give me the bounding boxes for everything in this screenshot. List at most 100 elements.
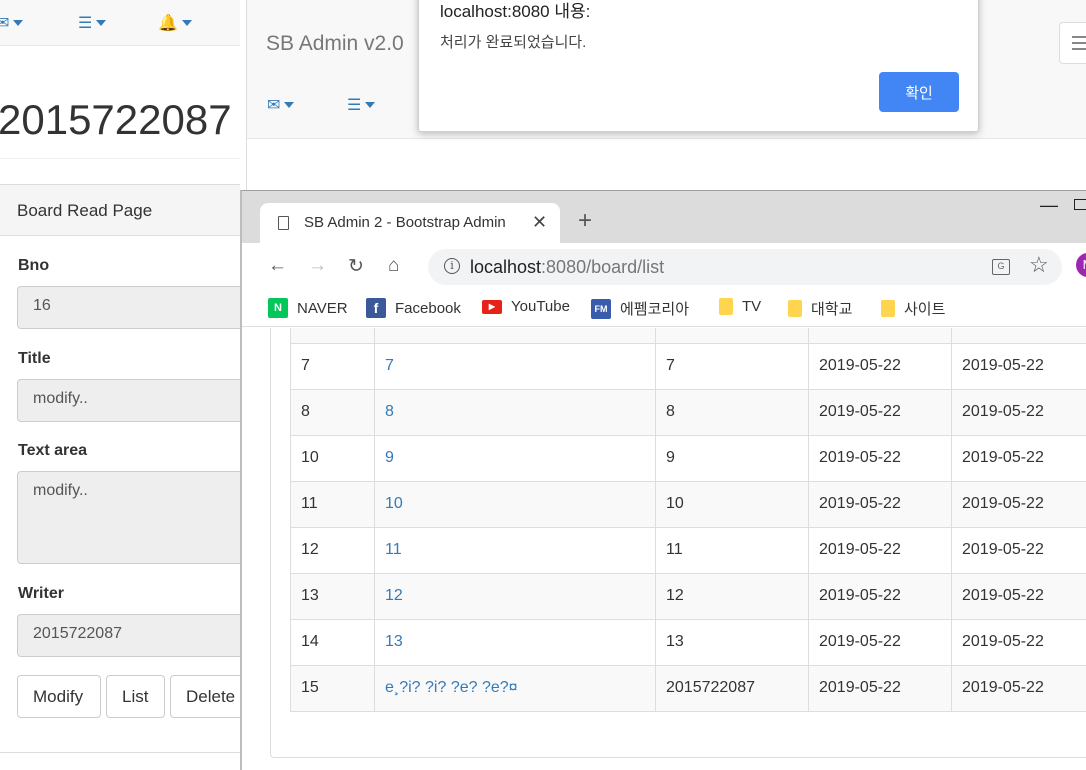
chevron-down-icon [96, 20, 107, 26]
bookmark-naver[interactable]: N NAVER [268, 298, 348, 318]
updatedate-cell: 2019-05-22 [951, 480, 1086, 528]
navbar-brand[interactable]: SB Admin v2.0 [266, 32, 404, 56]
chevron-down-icon [13, 20, 24, 26]
chevron-down-icon [181, 20, 192, 26]
updatedate-cell: 2019-05-22 [951, 342, 1086, 390]
title-cell: e¸?i? ?i? ?e? ?e?¤ [374, 664, 656, 712]
title-link[interactable]: 12 [385, 587, 403, 604]
modify-button[interactable]: Modify [17, 675, 101, 718]
title-link[interactable]: 9 [385, 449, 394, 466]
writer-cell: 12 [655, 572, 809, 620]
title-link[interactable]: 7 [385, 357, 394, 374]
minimize-button[interactable]: — [1040, 195, 1058, 216]
regdate-cell: 2019-05-22 [808, 664, 952, 712]
page-icon [278, 216, 289, 230]
title-label: Title [18, 350, 51, 367]
title-cell: 8 [374, 388, 656, 436]
title-link[interactable]: 13 [385, 633, 403, 650]
reload-icon[interactable]: ↻ [348, 255, 364, 278]
table-row: 7 7 7 2019-05-22 2019-05-22 [290, 342, 1086, 390]
bno-cell: 11 [290, 480, 375, 528]
top-navbar: ✉ ☰ 🔔 [0, 0, 240, 46]
bookmark-fmkorea[interactable]: FM 에펨코리아 [591, 298, 689, 319]
writer-label: Writer [18, 585, 64, 602]
bookmark-label: Facebook [395, 299, 461, 317]
title-cell: 7 [374, 342, 656, 390]
browser-tab[interactable]: SB Admin 2 - Bootstrap Admin ✕ [260, 203, 560, 244]
new-tab-button[interactable]: + [578, 207, 592, 235]
tasks-dropdown[interactable]: ☰ [78, 8, 107, 38]
chevron-down-icon [365, 102, 376, 108]
home-icon[interactable]: ⌂ [388, 255, 399, 277]
list-button[interactable]: List [106, 675, 165, 718]
messages-dropdown[interactable]: ✉ [267, 90, 295, 120]
regdate-cell: 2019-05-22 [808, 480, 952, 528]
title-link[interactable]: e¸?i? ?i? ?e? ?e?¤ [385, 679, 518, 696]
title-link[interactable]: 10 [385, 495, 403, 512]
bookmark-label: YouTube [511, 298, 570, 315]
envelope-icon: ✉ [0, 15, 10, 32]
table-row: 12 11 11 2019-05-22 2019-05-22 [290, 526, 1086, 574]
writer-field[interactable]: 2015722087 [17, 614, 240, 657]
folder-icon [788, 300, 802, 317]
content-textarea[interactable]: modify.. [17, 471, 240, 564]
navbar-toggle-button[interactable] [1059, 22, 1086, 64]
bookmark-label: TV [742, 298, 762, 315]
browser-window: SB Admin 2 - Bootstrap Admin ✕ + — ← → ↻… [240, 190, 1086, 770]
address-bar[interactable]: i localhost:8080/board/list G ☆ [428, 249, 1062, 285]
title-link[interactable]: 11 [385, 541, 402, 558]
bno-cell: 12 [290, 526, 375, 574]
title-field[interactable]: modify.. [17, 379, 240, 422]
title-cell: 12 [374, 572, 656, 620]
bno-cell: 7 [290, 342, 375, 390]
messages-dropdown[interactable]: ✉ [0, 8, 24, 38]
tasks-dropdown[interactable]: ☰ [347, 90, 376, 120]
board-read-window: ✉ ☰ 🔔 2015722087 Board Read Page Bno 16 … [0, 0, 240, 770]
maximize-button[interactable] [1074, 199, 1086, 210]
back-icon[interactable]: ← [268, 255, 287, 277]
updatedate-cell: 2019-05-22 [951, 434, 1086, 482]
youtube-icon: ▶ [482, 299, 502, 314]
bookmark-label: 에펨코리아 [620, 301, 690, 318]
table-row: 15 e¸?i? ?i? ?e? ?e?¤ 2015722087 2019-05-22… [290, 664, 1086, 712]
bookmark-folder-university[interactable]: 대학교 [788, 298, 852, 319]
title-cell: 13 [374, 618, 656, 666]
writer-cell: 13 [655, 618, 809, 666]
title-cell: 10 [374, 480, 656, 528]
page-header: 2015722087 [0, 96, 232, 143]
table-row: 10 9 9 2019-05-22 2019-05-22 [290, 434, 1086, 482]
writer-cell: 2015722087 [655, 664, 809, 712]
bno-label: Bno [18, 257, 50, 274]
board-table: 7 7 7 2019-05-22 2019-05-22 8 8 8 2019-05-22 2019… [290, 328, 1086, 712]
title-cell: 9 [374, 434, 656, 482]
divider [0, 752, 240, 753]
title-link[interactable]: 8 [385, 403, 394, 420]
bookmark-facebook[interactable]: f Facebook [366, 298, 461, 318]
table-row [290, 328, 1086, 344]
tasks-icon: ☰ [347, 97, 362, 114]
regdate-cell: 2019-05-22 [808, 388, 952, 436]
table-row: 14 13 13 2019-05-22 2019-05-22 [290, 618, 1086, 666]
info-icon[interactable]: i [444, 258, 460, 274]
close-icon[interactable]: ✕ [532, 212, 547, 233]
bell-icon: 🔔 [158, 15, 178, 32]
tab-strip: SB Admin 2 - Bootstrap Admin ✕ + — [242, 191, 1086, 244]
delete-button[interactable]: Delete [170, 675, 240, 718]
chevron-down-icon [284, 102, 295, 108]
star-icon[interactable]: ☆ [1029, 252, 1049, 278]
writer-cell: 9 [655, 434, 809, 482]
bookmark-label: 사이트 [904, 301, 946, 318]
title-cell: 11 [374, 526, 656, 574]
translate-icon[interactable]: G [992, 259, 1010, 275]
bookmark-folder-tv[interactable]: TV [719, 298, 761, 315]
alerts-dropdown[interactable]: 🔔 [158, 8, 192, 38]
alert-ok-button[interactable]: 확인 [879, 72, 959, 112]
bookmark-folder-sites[interactable]: 사이트 [881, 298, 945, 319]
regdate-cell: 2019-05-22 [808, 618, 952, 666]
avatar[interactable]: M [1076, 253, 1086, 277]
bookmark-youtube[interactable]: ▶ YouTube [482, 298, 570, 315]
updatedate-cell: 2019-05-22 [951, 388, 1086, 436]
bno-field[interactable]: 16 [17, 286, 240, 329]
bookmark-label: 대학교 [811, 301, 853, 318]
forward-icon[interactable]: → [308, 255, 327, 277]
